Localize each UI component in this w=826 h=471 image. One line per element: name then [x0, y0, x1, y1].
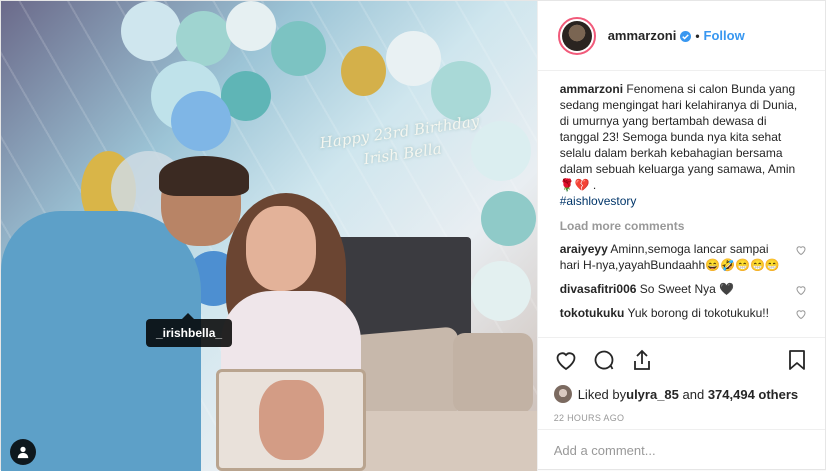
- heart-icon[interactable]: [795, 308, 807, 320]
- balloon: [471, 261, 531, 321]
- balloon: [341, 46, 386, 96]
- comment-icon[interactable]: [592, 348, 616, 372]
- comment-text: So Sweet Nya 🖤: [639, 282, 735, 296]
- heart-icon[interactable]: [554, 348, 578, 372]
- balloon: [121, 1, 181, 61]
- liker-avatar[interactable]: [553, 385, 572, 403]
- post-header: ammarzoni • Follow: [537, 1, 825, 71]
- share-icon[interactable]: [630, 348, 654, 372]
- balloon: [226, 1, 276, 51]
- comment-item: araiyeyy Aminn,semoga lancar sampai hari…: [560, 241, 809, 273]
- likes-user[interactable]: ulyra_85: [626, 387, 679, 402]
- pillow: [453, 333, 533, 413]
- bookmark-icon[interactable]: [785, 348, 809, 372]
- comment-text: Yuk borong di tokotukuku!!: [627, 306, 769, 320]
- comment-username[interactable]: tokotukuku: [560, 306, 625, 320]
- user-tag[interactable]: _irishbella_: [146, 313, 233, 347]
- post-timestamp[interactable]: 22 HOURS AGO: [538, 407, 825, 429]
- comments-section[interactable]: ammarzoni Fenomena si calon Bunda yang s…: [538, 71, 825, 337]
- caption-text: Fenomena si calon Bunda yang sedang meng…: [559, 82, 798, 192]
- comment-username[interactable]: araiyeyy: [560, 242, 608, 256]
- man-hair: [159, 156, 249, 196]
- person-icon[interactable]: [10, 439, 36, 465]
- heart-icon[interactable]: [795, 244, 807, 256]
- balloon: [481, 191, 536, 246]
- comment-item: tokotukuku Yuk borong di tokotukuku!!: [560, 305, 809, 321]
- header-separator: •: [695, 28, 700, 43]
- comment-item: divasafitri006 So Sweet Nya 🖤: [560, 281, 809, 297]
- likes-prefix: Liked by: [577, 386, 627, 402]
- balloon: [176, 11, 231, 66]
- comment-input[interactable]: [553, 443, 809, 458]
- add-comment-bar: [537, 429, 825, 471]
- instagram-post: Happy 23rd Birthday Irish Bella _irishbe…: [0, 0, 826, 471]
- follow-button[interactable]: Follow: [704, 28, 745, 43]
- post-photo[interactable]: Happy 23rd Birthday Irish Bella _irishbe…: [1, 1, 537, 471]
- verified-badge-icon: [680, 31, 692, 42]
- bed: [341, 411, 537, 471]
- girl-face: [246, 206, 316, 291]
- balloon: [271, 21, 326, 76]
- caption-hashtag[interactable]: #aishlovestory: [560, 194, 637, 208]
- birthday-cake: [216, 369, 366, 471]
- post-actions: [537, 337, 825, 381]
- comment-username[interactable]: divasafitri006: [560, 282, 637, 296]
- load-more-comments-button[interactable]: Load more comments: [560, 219, 809, 233]
- likes-summary: Liked by ulyra_85 and 374,494 others: [538, 381, 825, 407]
- avatar[interactable]: [557, 16, 596, 55]
- likes-middle: and: [678, 386, 708, 402]
- caption-username[interactable]: ammarzoni: [560, 82, 623, 96]
- header-username[interactable]: ammarzoni: [608, 28, 677, 43]
- balloon: [171, 91, 231, 151]
- heart-icon[interactable]: [795, 284, 807, 296]
- post-sidebar: ammarzoni • Follow ammarzoni Fenomena si…: [536, 1, 825, 471]
- cake-portrait: [259, 380, 324, 460]
- post-caption: ammarzoni Fenomena si calon Bunda yang s…: [560, 81, 809, 209]
- likes-count[interactable]: 374,494 others: [708, 387, 798, 402]
